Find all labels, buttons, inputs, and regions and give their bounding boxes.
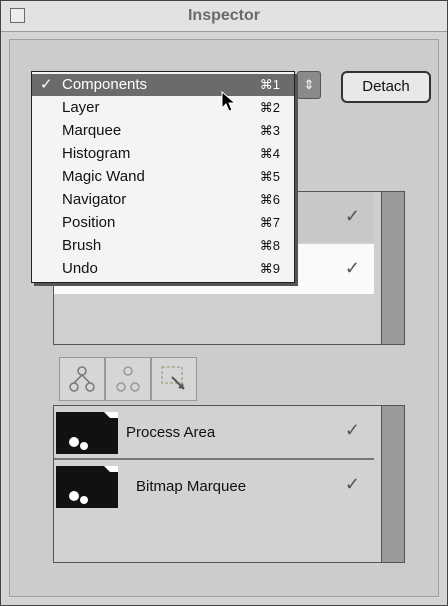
menu-item-histogram[interactable]: Histogram ⌘4 [32, 143, 294, 165]
menu-item-undo[interactable]: Undo ⌘9 [32, 258, 294, 280]
inspector-menu: ✓ Components ⌘1 Layer ⌘2 Marquee ⌘3 Hist… [31, 71, 295, 283]
menu-item-components[interactable]: ✓ Components ⌘1 [32, 74, 294, 96]
list-item-label: Process Area [126, 424, 216, 441]
menu-item-layer[interactable]: Layer ⌘2 [32, 97, 294, 119]
list-item[interactable]: Bitmap Marquee ✓ [54, 460, 374, 514]
marquee-select-button[interactable] [151, 357, 197, 401]
hierarchy-button[interactable] [59, 357, 105, 401]
menu-item-navigator[interactable]: Navigator ⌘6 [32, 189, 294, 211]
window-title: Inspector [187, 7, 260, 24]
checkmark-icon[interactable]: ✓ [345, 474, 360, 495]
group-button[interactable] [105, 357, 151, 401]
menu-item-position[interactable]: Position ⌘7 [32, 212, 294, 234]
list-item-label: Bitmap Marquee [136, 478, 247, 495]
detach-button[interactable]: Detach [341, 71, 431, 103]
inspector-window: Inspector ⇕ Detach ✓ ✓ Process Area ✓ Bi… [0, 0, 448, 606]
checkmark-icon[interactable]: ✓ [345, 206, 360, 227]
group-icon [116, 366, 140, 392]
hierarchy-icon [69, 366, 95, 392]
vertical-scrollbar[interactable] [381, 406, 404, 562]
menu-item-marquee[interactable]: Marquee ⌘3 [32, 120, 294, 142]
thumbnail-icon [56, 466, 118, 508]
vertical-scrollbar[interactable] [381, 192, 404, 344]
processes-list: Process Area ✓ Bitmap Marquee ✓ [53, 405, 405, 563]
checkmark-icon[interactable]: ✓ [345, 258, 360, 279]
checkmark-icon[interactable]: ✓ [345, 420, 360, 441]
popup-arrows-icon[interactable]: ⇕ [297, 71, 321, 99]
menu-item-brush[interactable]: Brush ⌘8 [32, 235, 294, 257]
menu-item-magic-wand[interactable]: Magic Wand ⌘5 [32, 166, 294, 188]
list-item[interactable]: Process Area ✓ [54, 406, 374, 460]
thumbnail-icon [56, 412, 118, 454]
checkmark-icon: ✓ [40, 76, 53, 93]
marquee-select-icon [161, 366, 185, 390]
title-bar[interactable]: Inspector [1, 1, 447, 32]
mouse-pointer-icon [221, 91, 237, 112]
